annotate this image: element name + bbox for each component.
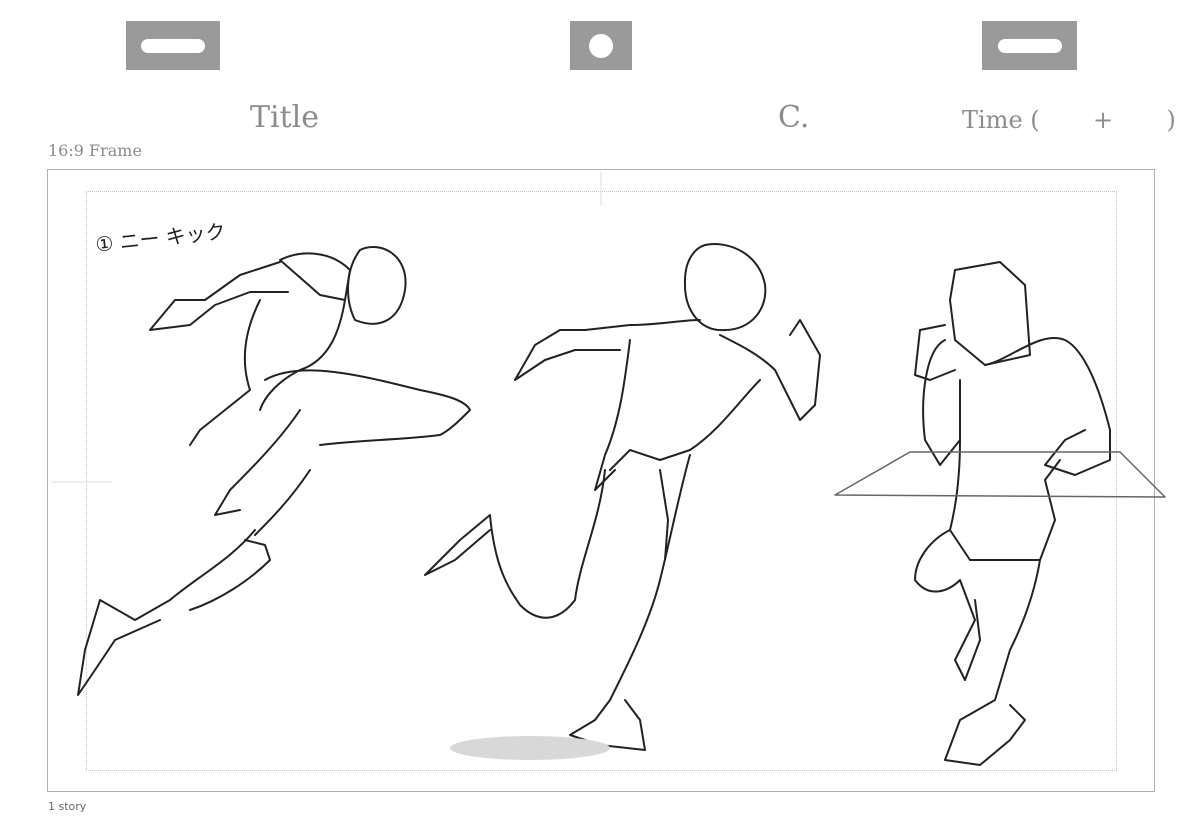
figure-knee-kick [77, 245, 471, 696]
ground-plane [834, 451, 1166, 498]
ground-shadow [450, 736, 610, 760]
annotation-number: ① [94, 231, 115, 257]
figure-running-back [424, 243, 821, 751]
sketch-drawing [51, 171, 1166, 766]
figure-front-view [914, 261, 1111, 766]
story-label: 1 story [48, 800, 87, 813]
